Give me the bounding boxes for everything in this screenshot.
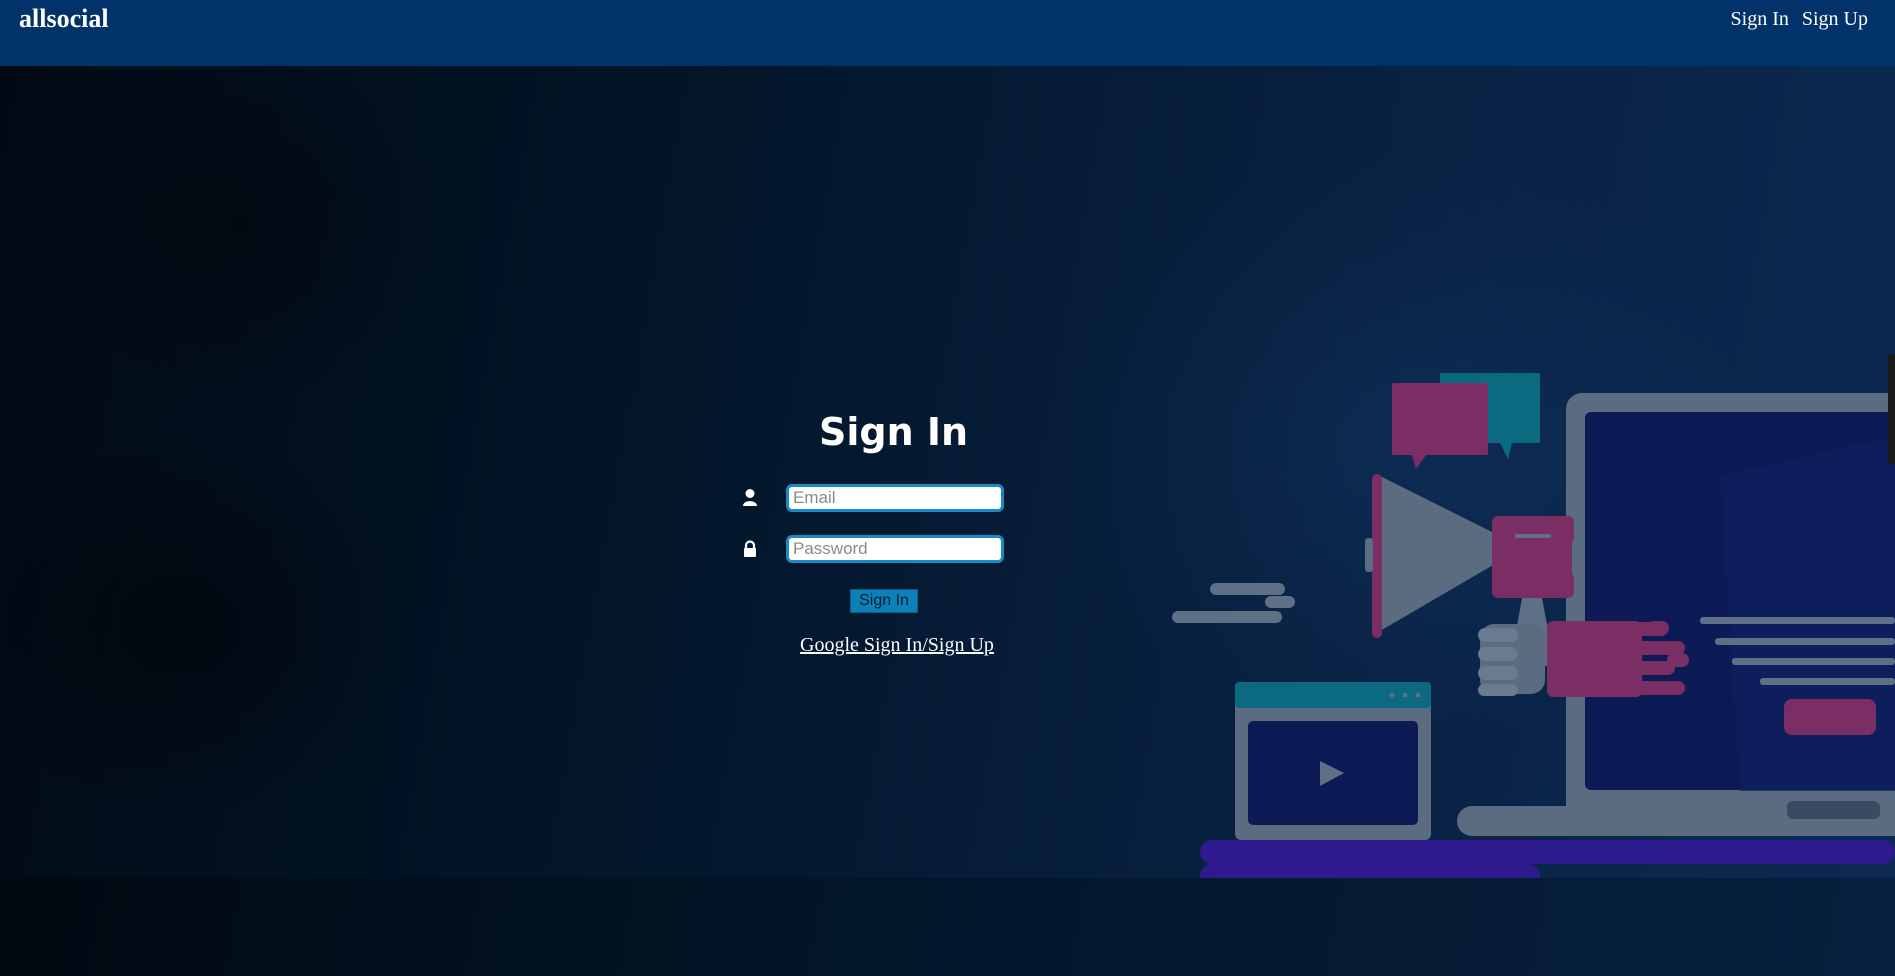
signin-title: Sign In <box>819 410 969 454</box>
nav-links: Sign In Sign Up <box>1731 8 1868 31</box>
purple-base-decoration <box>1200 840 1895 878</box>
google-sign-in-link[interactable]: Google Sign In/Sign Up <box>800 634 994 657</box>
brand-logo-link[interactable]: allsocial <box>19 4 109 34</box>
lock-icon <box>744 540 756 557</box>
edge-overlay-widget[interactable] <box>1888 354 1895 464</box>
nav-sign-in-link[interactable]: Sign In <box>1731 8 1789 31</box>
hero-background <box>0 66 1895 878</box>
megaphone-icon <box>1365 474 1580 638</box>
chat-bubble-icon <box>1392 373 1540 469</box>
user-icon <box>743 489 757 506</box>
nav-sign-up-link[interactable]: Sign Up <box>1802 8 1868 31</box>
email-field[interactable] <box>786 484 1004 512</box>
password-row <box>740 535 1004 565</box>
speed-lines-decoration <box>1172 583 1295 623</box>
footer-background <box>0 878 1895 976</box>
top-navbar: allsocial Sign In Sign Up <box>0 0 1895 66</box>
sign-in-button[interactable]: Sign In <box>850 589 918 613</box>
video-player-icon <box>1235 682 1431 840</box>
password-field[interactable] <box>786 535 1004 563</box>
email-row <box>740 484 1004 514</box>
marketing-illustration <box>1172 373 1895 878</box>
